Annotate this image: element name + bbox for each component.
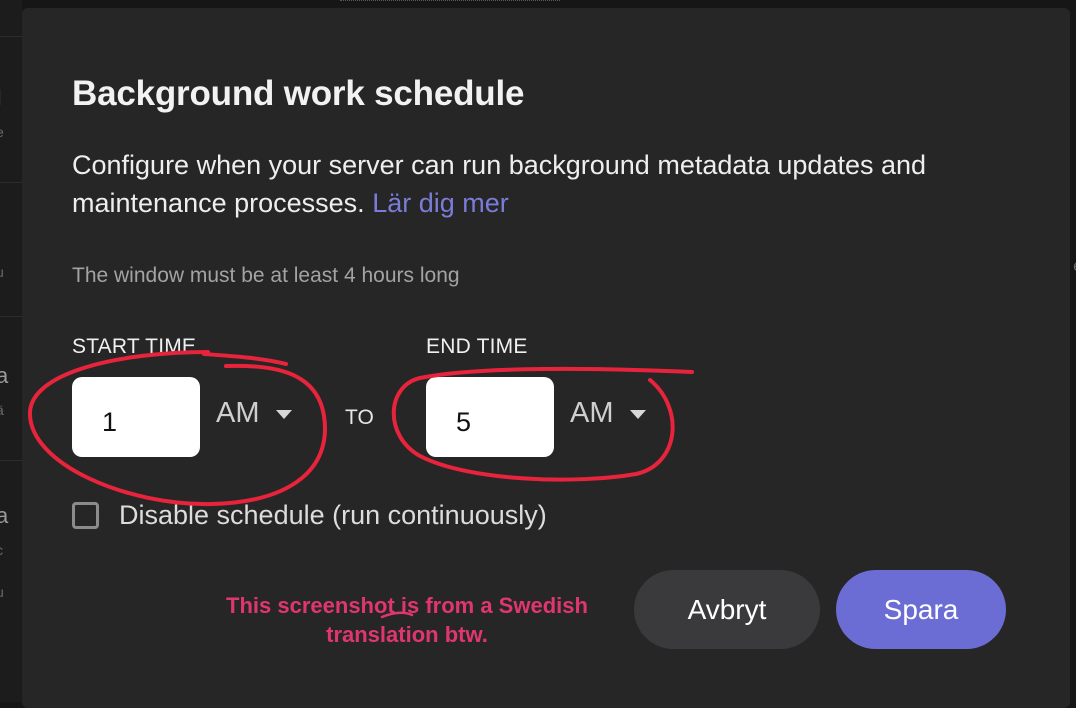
caret-down-icon	[275, 410, 292, 419]
cancel-button[interactable]: Avbryt	[634, 570, 820, 649]
background-divider	[340, 0, 560, 5]
background-divider	[0, 460, 22, 461]
background-text-fragment: e	[0, 120, 4, 144]
end-period-select[interactable]: AM	[570, 397, 646, 430]
background-text-fragment: ä	[0, 398, 4, 422]
learn-more-link[interactable]: Lär dig mer	[372, 188, 509, 218]
end-time-input[interactable]	[426, 377, 554, 457]
background-text-fragment: c	[0, 538, 3, 562]
annotation-note: This screenshot is from a Swedish transl…	[182, 591, 632, 649]
annotation-note-line: This screenshot is from a Swedish	[226, 593, 588, 618]
background-text-fragment: I	[0, 86, 2, 110]
start-period-select[interactable]: AM	[216, 397, 292, 430]
start-time-label: START TIME	[72, 335, 197, 358]
save-button[interactable]: Spara	[836, 570, 1006, 649]
background-text-fragment: a	[0, 503, 9, 528]
background-text-fragment: j	[0, 226, 1, 250]
background-divider	[0, 36, 22, 37]
background-text-fragment: u	[0, 580, 4, 604]
annotation-note-line: translation btw.	[326, 622, 488, 647]
start-period-value: AM	[216, 397, 260, 429]
caret-down-icon	[629, 410, 646, 419]
background-text-fragment: a	[0, 363, 9, 388]
background-text-fragment: u	[0, 260, 4, 284]
background-divider	[0, 316, 22, 317]
disable-schedule-checkbox[interactable]: Disable schedule (run continuously)	[72, 500, 547, 531]
dialog-title: Background work schedule	[72, 74, 525, 113]
to-separator: TO	[345, 406, 374, 429]
window-length-hint: The window must be at least 4 hours long	[72, 264, 460, 287]
end-time-label: END TIME	[426, 335, 528, 358]
schedule-dialog: Background work schedule Configure when …	[22, 8, 1070, 708]
end-period-value: AM	[570, 397, 614, 429]
background-divider	[0, 182, 22, 183]
start-time-input[interactable]	[72, 377, 200, 457]
background-page: I e j u a ä a c u	[0, 0, 22, 702]
checkbox-box[interactable]	[72, 502, 99, 529]
disable-schedule-label: Disable schedule (run continuously)	[119, 500, 547, 530]
dialog-description: Configure when your server can run backg…	[72, 146, 1032, 222]
